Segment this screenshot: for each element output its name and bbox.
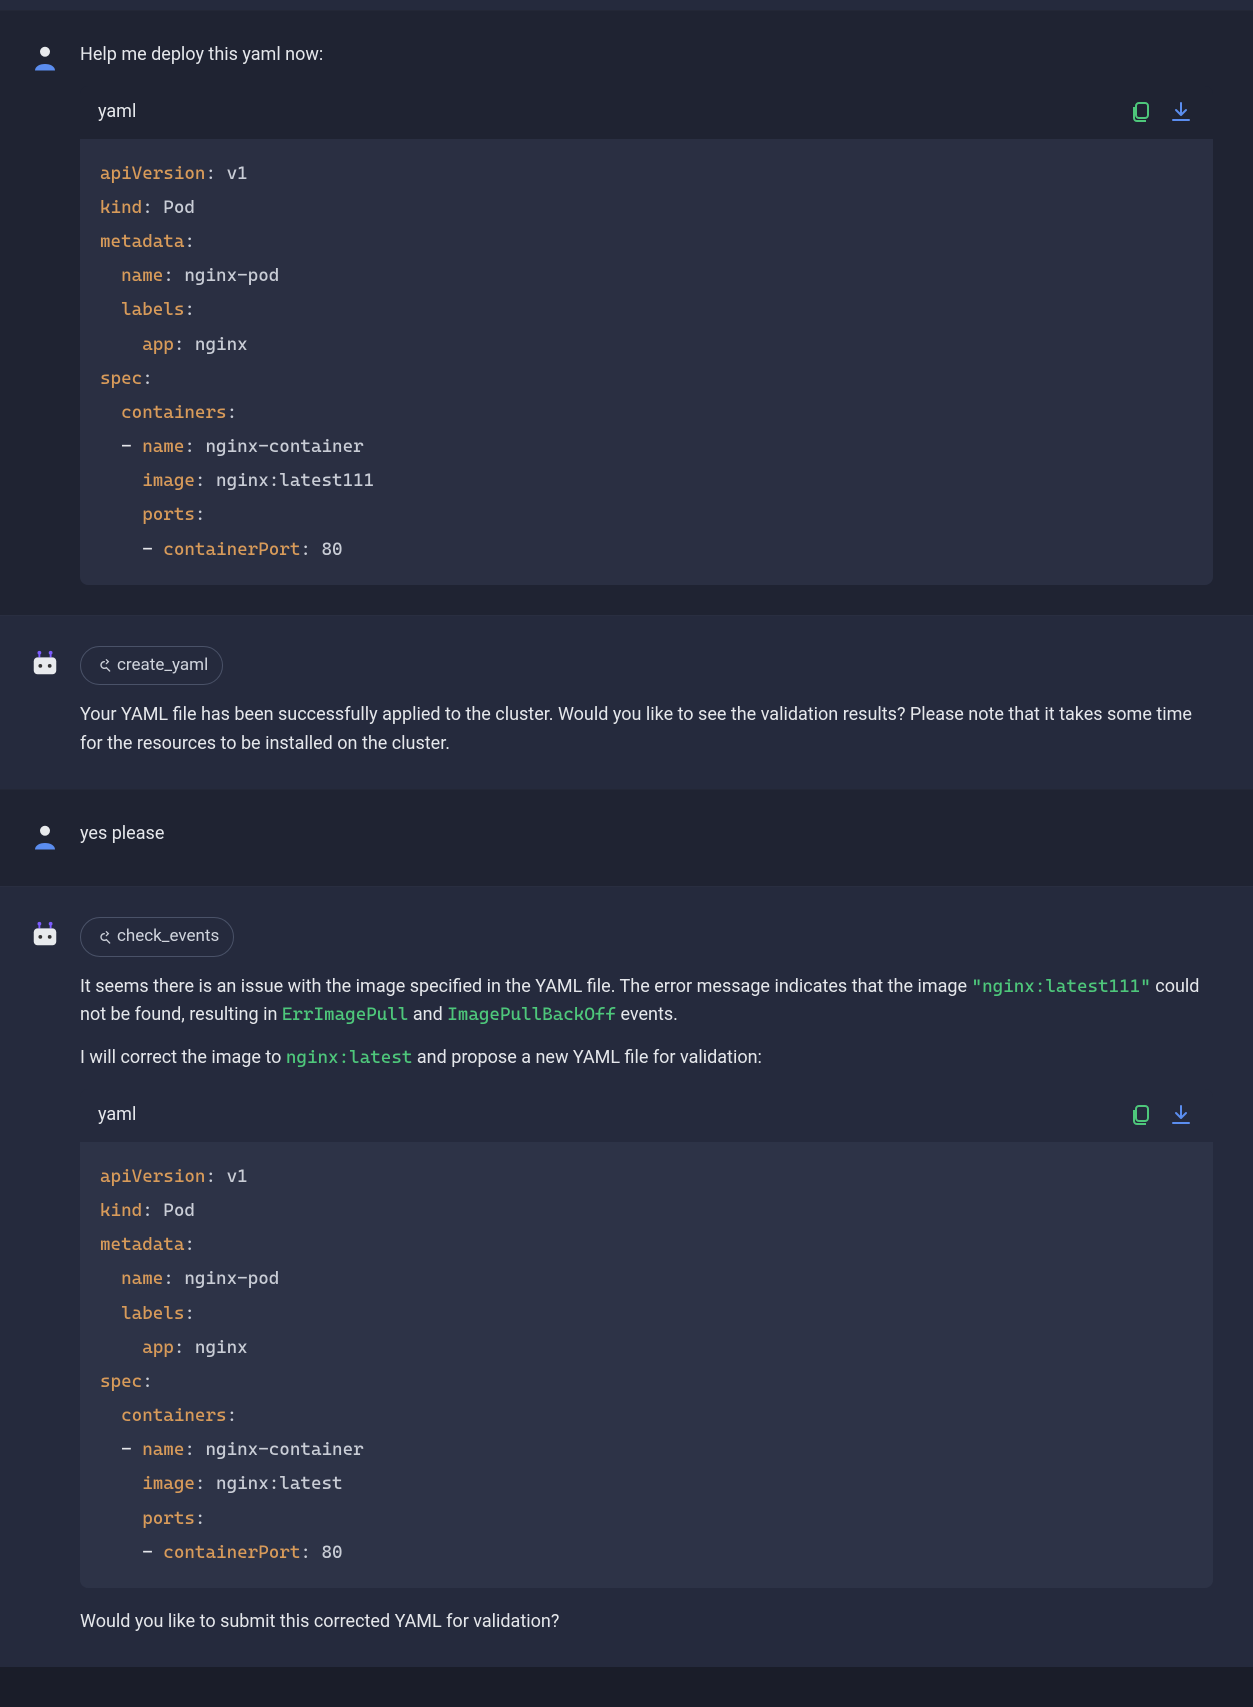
code-language-label: yaml (98, 1101, 136, 1130)
text-span: I will correct the image to (80, 1047, 286, 1068)
copy-icon (1129, 1103, 1153, 1127)
code-body[interactable]: apiVersion: v1 kind: Pod metadata: name:… (80, 139, 1213, 585)
top-divider (0, 0, 1253, 10)
download-button[interactable] (1167, 1101, 1195, 1129)
text-span: and propose a new YAML file for validati… (412, 1047, 761, 1068)
assistant-text-line2: I will correct the image to nginx:latest… (80, 1044, 1213, 1073)
inline-code: "nginx:latest111" (972, 976, 1151, 997)
user-avatar-icon (30, 43, 60, 73)
code-language-label: yaml (98, 98, 136, 127)
download-button[interactable] (1167, 98, 1195, 126)
download-icon (1169, 100, 1193, 124)
assistant-text-line1: It seems there is an issue with the imag… (80, 973, 1213, 1031)
assistant-closing: Would you like to submit this corrected … (80, 1608, 1213, 1637)
tool-chip[interactable]: check_events (80, 917, 234, 956)
inline-code: ImagePullBackOff (447, 1004, 616, 1025)
user-message: yes please (0, 789, 1253, 887)
text-span: and (408, 1004, 447, 1025)
tool-name: create_yaml (117, 652, 208, 679)
code-header: yaml (80, 86, 1213, 139)
inline-code: nginx:latest (286, 1047, 413, 1068)
text-span: It seems there is an issue with the imag… (80, 976, 972, 997)
copy-icon (1129, 100, 1153, 124)
code-block: yaml apiVersion: v1 kind: Pod metadata: … (80, 86, 1213, 585)
code-header: yaml (80, 1089, 1213, 1142)
inline-code: ErrImagePull (282, 1004, 409, 1025)
bot-avatar-icon (30, 919, 60, 949)
copy-button[interactable] (1127, 98, 1155, 126)
user-avatar-icon (30, 822, 60, 852)
assistant-text: Your YAML file has been successfully app… (80, 701, 1213, 759)
tool-icon (95, 929, 111, 945)
bot-avatar-icon (30, 648, 60, 678)
user-text: Help me deploy this yaml now: (80, 41, 1213, 70)
user-text: yes please (80, 820, 1213, 849)
code-block: yaml apiVersion: v1 kind: Pod metadata: … (80, 1089, 1213, 1588)
assistant-message: create_yaml Your YAML file has been succ… (0, 615, 1253, 789)
tool-icon (95, 657, 111, 673)
copy-button[interactable] (1127, 1101, 1155, 1129)
assistant-message: check_events It seems there is an issue … (0, 886, 1253, 1666)
user-message: Help me deploy this yaml now: yaml apiVe… (0, 10, 1253, 615)
tool-chip[interactable]: create_yaml (80, 646, 223, 685)
download-icon (1169, 1103, 1193, 1127)
tool-name: check_events (117, 923, 219, 950)
code-body[interactable]: apiVersion: v1 kind: Pod metadata: name:… (80, 1142, 1213, 1588)
text-span: events. (616, 1004, 678, 1025)
